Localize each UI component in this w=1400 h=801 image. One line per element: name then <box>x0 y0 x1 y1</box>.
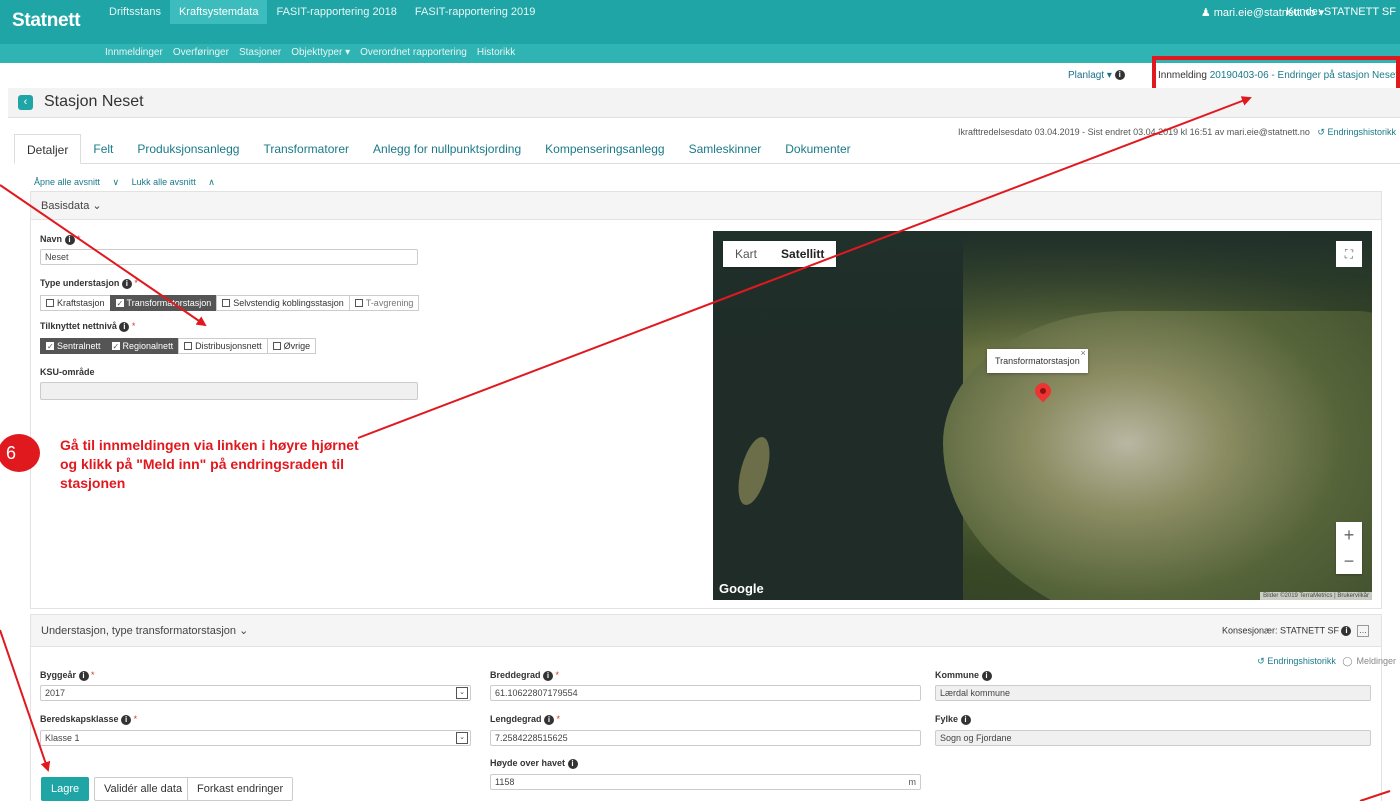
arrow-tail <box>1359 790 1391 801</box>
arrow-to-save-button <box>0 629 51 772</box>
arrow-to-innmelding-link <box>357 96 1252 439</box>
arrow-to-net-level <box>0 184 207 327</box>
annotation-arrows <box>0 96 1391 801</box>
